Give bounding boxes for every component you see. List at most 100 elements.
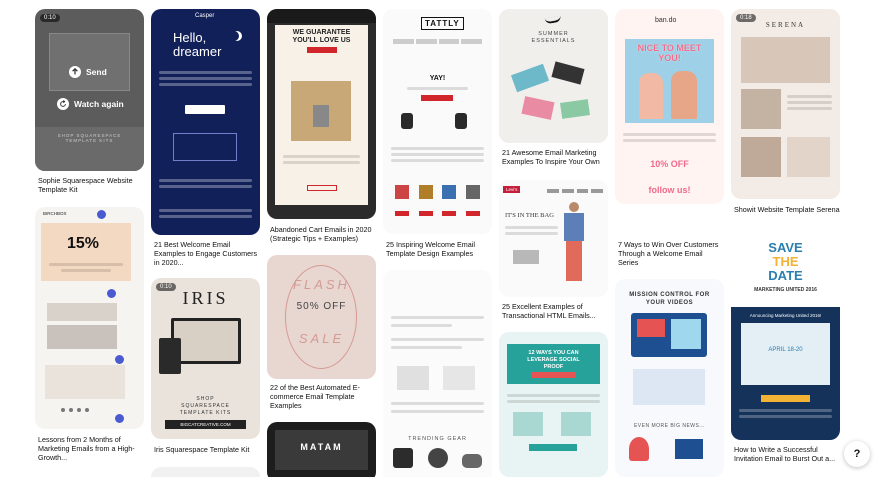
pin-image[interactable]: Casper Hello, dreamer: [151, 9, 260, 235]
cta-button: [185, 105, 225, 114]
pin-title[interactable]: 25 Excellent Examples of Transactional H…: [502, 302, 608, 320]
pin-title[interactable]: Lessons from 2 Months of Marketing Email…: [38, 435, 144, 462]
hero-image: [741, 37, 830, 83]
cta-button: [307, 185, 337, 191]
step-number-badge: [115, 414, 124, 423]
email-headline: WE GUARANTEE YOU'LL LOVE US: [292, 29, 351, 44]
pin-image[interactable]: BIRCHBOX 15%: [35, 207, 144, 429]
email-body: WE GUARANTEE YOU'LL LOVE US: [275, 25, 368, 205]
feature-image: [513, 412, 543, 436]
nav-bar: [393, 39, 482, 44]
pin-title[interactable]: How to Write a Successful Invitation Ema…: [734, 445, 840, 463]
pin-image[interactable]: 0:18 SERENA: [731, 9, 840, 199]
watch-again-button[interactable]: Watch again: [57, 98, 124, 110]
product-row: [393, 448, 482, 470]
dashboard-illustration: [631, 313, 707, 357]
product-image: [443, 366, 475, 390]
pin-title[interactable]: 21 Awesome Email Marketing Examples To I…: [502, 148, 608, 166]
event-panel: Announcing Marketing United 2016! APRIL …: [731, 307, 840, 440]
email-headline: MATAM: [300, 442, 343, 452]
pin-title[interactable]: 25 Inspiring Welcome Email Template Desi…: [386, 240, 492, 258]
email-header: [267, 9, 376, 23]
email-headline: IT'S IN THE BAG: [505, 212, 554, 219]
video-duration-badge: 0:10: [40, 14, 60, 22]
email-headline: 12 WAYS YOU CAN LEVERAGE SOCIAL PROOF: [527, 350, 580, 370]
event-name: MARKETING UNITED 2016: [754, 287, 817, 293]
follow-text: follow us!: [648, 185, 691, 195]
pin-image[interactable]: SHOP SQUARESPACE TEMPLATE KITS 0:10 Send …: [35, 9, 144, 171]
brand-logo: BIRCHBOX: [43, 211, 67, 216]
pin-image[interactable]: Levi's IT'S IN THE BAG: [499, 180, 608, 297]
gallery-image: [787, 137, 830, 177]
feature-image: [675, 439, 703, 459]
event-date: APRIL 18-20: [768, 347, 803, 353]
model-photo: [559, 202, 589, 284]
email-headline: NICE TO MEET YOU!: [637, 43, 702, 63]
headline-the: THE: [772, 254, 799, 269]
replay-icon: [57, 98, 69, 110]
product-image: [47, 303, 117, 321]
pin-image[interactable]: 12 WAYS YOU CAN LEVERAGE SOCIAL PROOF: [499, 332, 608, 477]
send-button[interactable]: Send: [69, 66, 107, 78]
pin-image[interactable]: TATTLY YAY!: [383, 9, 492, 234]
pin-title[interactable]: 21 Best Welcome Email Examples to Engage…: [154, 240, 260, 267]
pin-title[interactable]: Sophie Squarespace Website Template Kit: [38, 176, 144, 194]
pin-title[interactable]: 22 of the Best Automated E-commerce Emai…: [270, 383, 376, 410]
template-title: IRIS: [182, 288, 229, 308]
step-number-badge: [107, 289, 116, 298]
pin-title[interactable]: Showit Website Template Serena: [734, 205, 840, 214]
pin-image[interactable]: [151, 467, 260, 477]
laptop-mockup: [49, 33, 130, 91]
pin-title[interactable]: Iris Squarespace Template Kit: [154, 445, 260, 454]
cta-button: [307, 47, 337, 53]
email-headline: SUMMER ESSENTIALS: [531, 31, 576, 44]
product-box-image: [291, 81, 351, 141]
step-number-badge: [97, 210, 106, 219]
brand-logo: ban.do: [655, 17, 677, 24]
section-footer: EVEN MORE BIG NEWS...: [633, 423, 706, 429]
gallery-image: [741, 137, 781, 177]
pin-image[interactable]: MISSION CONTROL FOR YOUR VIDEOS EVEN MOR…: [615, 279, 724, 477]
cta-button: [531, 372, 576, 378]
email-headline: MISSION CONTROL FOR YOUR VIDEOS: [629, 292, 710, 306]
flash-text: FLASH: [293, 277, 350, 292]
feature-image: [633, 369, 705, 405]
rocket-icon: [629, 437, 649, 461]
discount-text: 15%: [67, 235, 100, 252]
signature-logo: [397, 296, 437, 302]
template-title: SERENA: [765, 21, 806, 29]
product-collage: [510, 61, 593, 131]
pin-image[interactable]: WE GUARANTEE YOU'LL LOVE US: [267, 9, 376, 219]
bed-illustration: [173, 133, 237, 161]
hero-banner: 12 WAYS YOU CAN LEVERAGE SOCIAL PROOF: [507, 344, 600, 384]
pin-image[interactable]: ban.do NICE TO MEET YOU! 10% OFF follow …: [615, 9, 724, 204]
pin-image[interactable]: 0:10 IRIS SHOP SQUARESPACE TEMPLATE KITS…: [151, 278, 260, 439]
cta-button: [529, 444, 577, 451]
hero-photo: NICE TO MEET YOU!: [625, 39, 714, 123]
send-label: Send: [86, 67, 107, 77]
headline-save: SAVE: [768, 240, 803, 255]
pin-image[interactable]: SAVE THE DATE MARKETING UNITED 2016 Anno…: [731, 235, 840, 440]
pin-title[interactable]: 7 Ways to Win Over Customers Through a W…: [618, 240, 724, 267]
pin-image[interactable]: MATAM: [267, 422, 376, 477]
product-image: [47, 325, 117, 349]
email-greeting: YAY!: [429, 75, 446, 82]
watch-again-label: Watch again: [74, 99, 124, 109]
email-headline: Hello, dreamer: [173, 30, 222, 59]
pin-image[interactable]: SUMMER ESSENTIALS: [499, 9, 608, 143]
button-row: [395, 211, 480, 217]
countdown-card: APRIL 18-20: [741, 323, 830, 385]
nav-bar: [547, 189, 603, 193]
pin-image[interactable]: TRENDING GEAR: [383, 270, 492, 477]
offer-text: 50% OFF: [296, 301, 347, 312]
event-subhead: Announcing Marketing United 2016!: [749, 313, 822, 318]
pin-image[interactable]: FLASH 50% OFF SALE: [267, 255, 376, 379]
pin-title[interactable]: Abandoned Cart Emails in 2020 (Strategic…: [270, 225, 376, 243]
phone-mockup: [159, 338, 181, 374]
template-footer: SHOP SQUARESPACE TEMPLATE KITS: [179, 396, 232, 416]
help-button[interactable]: ?: [844, 441, 870, 467]
upload-arrow-icon: [69, 66, 81, 78]
promo-panel: 15%: [41, 223, 131, 281]
sale-text: SALE: [298, 331, 345, 346]
brand-logo: Casper: [195, 13, 215, 19]
